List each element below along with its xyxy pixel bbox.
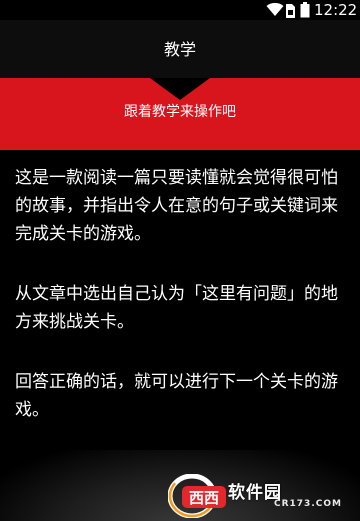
- status-time: 12:22: [314, 1, 358, 19]
- page-title: 教学: [163, 40, 196, 59]
- wifi-icon: [266, 1, 284, 21]
- tutorial-content: 这是一款阅读一篇只要读懂就会觉得很可怕的故事，并指出令人在意的句子或关键词来完成…: [0, 150, 360, 450]
- status-bar: 12:22: [0, 0, 360, 20]
- watermark-logo-icon: 西西: [167, 473, 230, 521]
- instruction-banner: 跟着教学来操作吧: [0, 78, 360, 150]
- banner-text: 跟着教学来操作吧: [124, 104, 236, 120]
- tutorial-paragraph: 回答正确的话，就可以进行下一个关卡的游戏。: [15, 372, 338, 420]
- watermark-domain: CR173.COM: [274, 499, 342, 509]
- title-bar: 教学: [0, 20, 360, 78]
- watermark-logo-text: 西西: [189, 489, 219, 507]
- app-screen: 12:22 教学 跟着教学来操作吧 这是一款阅读一篇只要读懂就会觉得很可怕的故事…: [0, 0, 360, 521]
- tutorial-paragraph: 从文章中选出自己认为「这里有问题」的地方来挑战关卡。: [15, 284, 338, 332]
- tutorial-paragraph: 这是一款阅读一篇只要读懂就会觉得很可怕的故事，并指出令人在意的句子或关键词来完成…: [15, 168, 338, 244]
- battery-icon: [300, 2, 310, 22]
- watermark: 西西 软件园 CR173.COM: [167, 473, 354, 521]
